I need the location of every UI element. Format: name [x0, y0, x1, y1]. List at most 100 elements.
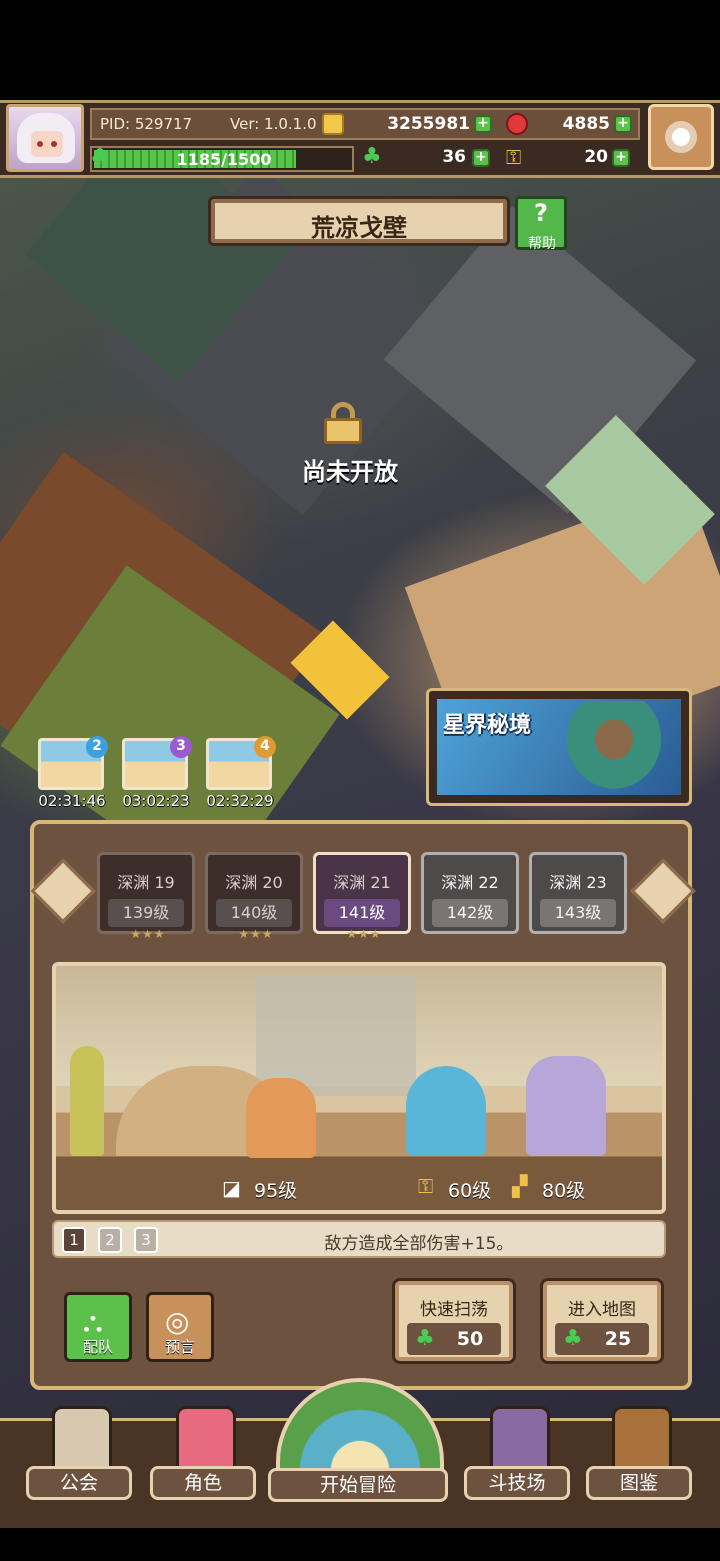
book-icon: [612, 1406, 672, 1470]
help-label: 帮助: [528, 236, 556, 252]
quick-sweep-label: 快速扫荡: [420, 1300, 488, 1320]
reward-chest-3[interactable]: 4 02:32:29: [204, 736, 278, 810]
locked-label: 尚未开放: [302, 458, 398, 486]
add-gold-button[interactable]: +: [474, 115, 492, 133]
stage-level: 141级: [324, 899, 400, 927]
stage-modifier-tip: 1 2 3 敌方造成全部伤害+15。: [52, 1220, 666, 1258]
nav-codex-label: 图鉴: [586, 1466, 692, 1500]
quick-sweep-button[interactable]: 快速扫荡 ♣ 50: [392, 1278, 516, 1364]
add-key-button[interactable]: +: [612, 149, 630, 167]
red-gem-icon: [506, 113, 528, 135]
nav-guild-label: 公会: [26, 1466, 132, 1500]
nav-codex[interactable]: 图鉴: [586, 1404, 696, 1500]
lock-icon: [322, 402, 364, 444]
fox-hero: [246, 1078, 316, 1158]
astral-realm-title: 星界秘境: [443, 713, 532, 738]
boot-icon: ▞: [512, 1174, 528, 1198]
question-icon: ?: [534, 199, 548, 227]
add-gem-button[interactable]: +: [614, 115, 632, 133]
modifier-text: 敌方造成全部伤害+15。: [324, 1234, 514, 1254]
quick-sweep-cost-value: 50: [456, 1328, 484, 1350]
prophecy-label: 预言: [164, 1338, 195, 1356]
nav-arena-label: 斗技场: [464, 1466, 570, 1500]
stage-name: 深渊 22: [441, 873, 499, 892]
player-id: PID: 529717: [100, 115, 193, 133]
settings-button[interactable]: [648, 104, 714, 170]
chest-timer: 03:02:23: [122, 792, 190, 810]
gear-icon: [665, 121, 697, 153]
enter-map-button[interactable]: 进入地图 ♣ 25: [540, 1278, 664, 1364]
tip-page-3[interactable]: 3: [134, 1227, 158, 1253]
key-amount: 20: [584, 147, 608, 167]
scene-stats-bar: ◪ 95级 ⚿ 60级 ▞ 80级: [56, 1170, 662, 1210]
gem-amount: 4885: [562, 114, 610, 134]
stage-name: 深渊 19: [117, 873, 175, 892]
help-button[interactable]: ? 帮助: [515, 196, 567, 252]
enter-map-cost: ♣ 25: [555, 1323, 649, 1355]
team-setup-button[interactable]: ⛬ 配队: [64, 1292, 132, 1362]
stage-level: 143级: [540, 899, 616, 927]
stage-card[interactable]: 深渊 19 139级 ★★★: [97, 852, 195, 941]
stage-name: 深渊 20: [225, 873, 283, 892]
stage-level: 139级: [108, 899, 184, 927]
stage-stars: ★★★: [238, 927, 274, 941]
player-info-row: PID: 529717 Ver: 1.0.1.0 3255981 + 4885 …: [90, 108, 640, 140]
zone-title-banner: 荒凉戈壁: [208, 196, 510, 246]
chest-timer: 02:32:29: [206, 792, 274, 810]
reward-chest-2[interactable]: 3 03:02:23: [120, 736, 194, 810]
stage-stars: ★★★: [130, 927, 166, 941]
nav-character-label: 角色: [150, 1466, 256, 1500]
power-level: 95级: [254, 1180, 298, 1202]
nav-guild[interactable]: 公会: [26, 1404, 136, 1500]
clover-amount: 36: [442, 147, 466, 167]
clover-icon: ♣: [362, 144, 382, 169]
add-clover-button[interactable]: +: [472, 149, 490, 167]
crystal-ball-icon: ◎: [165, 1305, 190, 1338]
stage-name: 深渊 23: [549, 873, 607, 892]
player-avatar[interactable]: [6, 104, 84, 172]
astral-realm-banner[interactable]: 星界秘境: [426, 688, 692, 806]
magnifier-globe-icon: [276, 1378, 444, 1474]
team-icon: ⛬: [83, 1305, 103, 1338]
mushroom-hero: [406, 1066, 486, 1156]
stage-card[interactable]: 深渊 20 140级 ★★★: [205, 852, 303, 941]
reward-chest-1[interactable]: 2 02:31:46: [36, 736, 110, 810]
tip-page-2[interactable]: 2: [98, 1227, 122, 1253]
character-portrait-icon: [176, 1406, 236, 1470]
cactus: [70, 1046, 104, 1156]
stage-level: 142级: [432, 899, 508, 927]
prophecy-button[interactable]: ◎ 预言: [146, 1292, 214, 1362]
tip-page-1[interactable]: 1: [62, 1227, 86, 1253]
nav-arena[interactable]: 斗技场: [464, 1404, 574, 1500]
team-label: 配队: [82, 1338, 113, 1356]
stage-card[interactable]: 深渊 23 143级: [529, 852, 627, 934]
key-icon: ⚿: [506, 145, 522, 169]
chest-badge: 4: [254, 736, 276, 758]
nav-start-adventure[interactable]: 开始冒险: [268, 1378, 452, 1504]
clover-icon: ♣: [415, 1326, 435, 1351]
stage-card[interactable]: 深渊 22 142级: [421, 852, 519, 934]
key-level: 60级: [448, 1180, 492, 1202]
stage-card-selected[interactable]: 深渊 21 141级 ★★★: [313, 852, 411, 941]
gold-amount: 3255981: [387, 114, 470, 134]
stage-name: 深渊 21: [333, 873, 391, 892]
gold-coin-icon: [322, 113, 344, 135]
game-version: Ver: 1.0.1.0: [230, 115, 317, 133]
enter-map-label: 进入地图: [568, 1300, 636, 1320]
enter-map-cost-value: 25: [604, 1328, 632, 1350]
key-icon: ⚿: [418, 1174, 434, 1198]
stage-stars: ★★★: [346, 927, 382, 941]
stage-level: 140级: [216, 899, 292, 927]
system-bar: [0, 1528, 720, 1561]
chest-timer: 02:31:46: [38, 792, 106, 810]
boot-level: 80级: [542, 1180, 586, 1202]
clover-icon: ♣: [563, 1326, 583, 1351]
astral-character-portrait: [559, 701, 669, 797]
nav-adventure-label: 开始冒险: [268, 1468, 448, 1502]
bunny-hero: [526, 1056, 606, 1156]
nav-character[interactable]: 角色: [150, 1404, 260, 1500]
resource-row: ♣ 36 + ⚿ 20 +: [90, 144, 640, 174]
zone-title: 荒凉戈壁: [311, 214, 407, 242]
quick-sweep-cost: ♣ 50: [407, 1323, 501, 1355]
power-icon: ◪: [222, 1176, 241, 1200]
